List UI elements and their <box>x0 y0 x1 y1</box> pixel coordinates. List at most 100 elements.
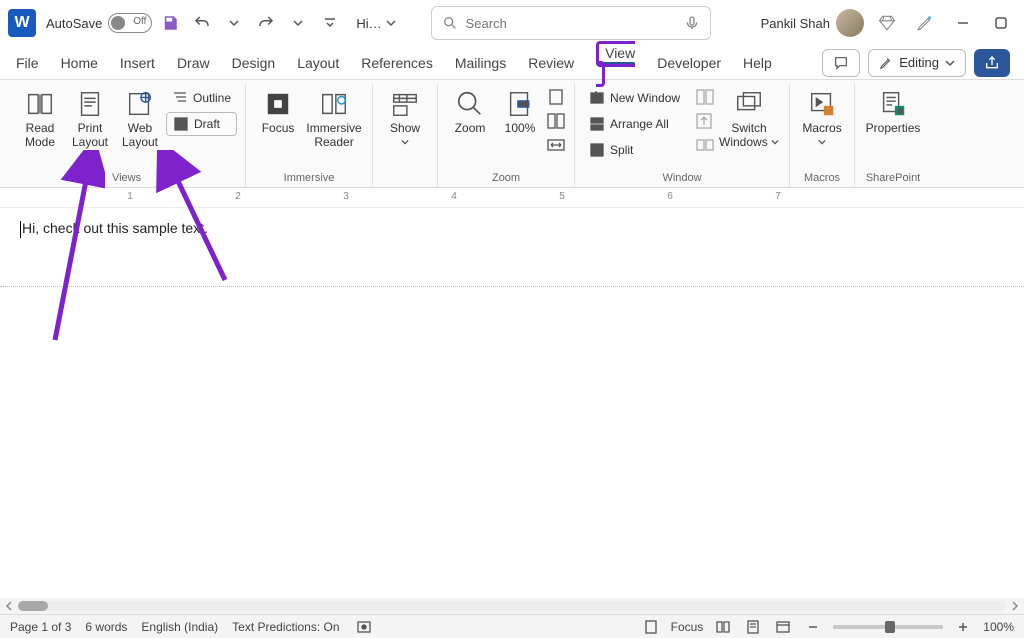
group-label-zoom: Zoom <box>492 172 520 187</box>
zoom-out-icon[interactable] <box>803 618 823 636</box>
status-words[interactable]: 6 words <box>85 620 127 634</box>
toggle-switch[interactable]: Off <box>108 13 152 33</box>
zoom-slider[interactable] <box>833 625 943 629</box>
search-input[interactable] <box>466 16 676 31</box>
tab-mailings[interactable]: Mailings <box>453 51 508 75</box>
tab-design[interactable]: Design <box>230 51 278 75</box>
reset-position-icon[interactable] <box>695 136 715 154</box>
status-bar: Page 1 of 3 6 words English (India) Text… <box>0 614 1024 638</box>
comments-button[interactable] <box>822 49 860 77</box>
scroll-left-icon[interactable] <box>4 601 14 611</box>
status-language[interactable]: English (India) <box>141 620 218 634</box>
status-focus[interactable]: Focus <box>671 620 704 634</box>
document-name[interactable]: Hi… <box>356 16 395 31</box>
group-label-sharepoint: SharePoint <box>866 172 920 187</box>
print-layout-view-icon[interactable] <box>743 618 763 636</box>
qat-overflow-icon[interactable] <box>316 9 344 37</box>
svg-text:100: 100 <box>519 102 528 108</box>
sync-scroll-icon[interactable] <box>695 112 715 130</box>
status-zoom[interactable]: 100% <box>983 620 1014 634</box>
diamond-icon[interactable] <box>872 8 902 38</box>
split-icon <box>589 142 605 158</box>
editing-mode-button[interactable]: Editing <box>868 49 966 77</box>
zoom-in-icon[interactable] <box>953 618 973 636</box>
read-mode-button[interactable]: Read Mode <box>16 84 64 150</box>
share-button[interactable] <box>974 49 1010 77</box>
show-button[interactable]: Show <box>381 84 429 150</box>
horizontal-ruler[interactable]: 1 2 3 4 5 6 7 <box>0 188 1024 208</box>
outline-button[interactable]: Outline <box>166 86 237 110</box>
zoom-100-button[interactable]: 100 100% <box>496 84 544 136</box>
zoom-button[interactable]: Zoom <box>446 84 494 136</box>
side-by-side-icon[interactable] <box>695 88 715 106</box>
minimize-button[interactable] <box>948 8 978 38</box>
scroll-thumb[interactable] <box>18 601 48 611</box>
page-icon <box>74 88 106 120</box>
tab-insert[interactable]: Insert <box>118 51 157 75</box>
document-area[interactable]: Hi, check out this sample text. <box>0 208 1024 598</box>
redo-icon[interactable] <box>252 9 280 37</box>
group-immersive: Focus Immersive Reader Immersive <box>246 84 373 187</box>
search-icon <box>442 15 458 31</box>
tab-review[interactable]: Review <box>526 51 576 75</box>
web-layout-view-icon[interactable] <box>773 618 793 636</box>
tab-developer[interactable]: Developer <box>655 51 723 75</box>
group-sharepoint: S Properties SharePoint <box>855 84 931 187</box>
scroll-right-icon[interactable] <box>1010 601 1020 611</box>
page-width-icon[interactable] <box>546 136 566 154</box>
tab-layout[interactable]: Layout <box>295 51 341 75</box>
properties-button[interactable]: S Properties <box>863 84 923 136</box>
status-page[interactable]: Page 1 of 3 <box>10 620 71 634</box>
switch-windows-button[interactable]: Switch Windows <box>717 84 781 150</box>
multi-page-icon[interactable] <box>546 112 566 130</box>
group-zoom: Zoom 100 100% Zoom <box>438 84 575 187</box>
save-icon[interactable] <box>156 9 184 37</box>
outline-icon <box>172 90 188 106</box>
status-predictions[interactable]: Text Predictions: On <box>232 620 339 634</box>
user-account[interactable]: Pankil Shah <box>761 9 864 37</box>
undo-icon[interactable] <box>188 9 216 37</box>
tab-view[interactable]: View <box>594 41 637 85</box>
autosave-label: AutoSave <box>46 16 102 31</box>
pen-icon[interactable] <box>910 8 940 38</box>
group-show: Show <box>373 84 438 187</box>
tab-draw[interactable]: Draw <box>175 51 212 75</box>
macros-button[interactable]: Macros <box>798 84 846 150</box>
draft-button[interactable]: Draft <box>166 112 237 136</box>
chevron-down-icon[interactable] <box>284 9 312 37</box>
focus-button[interactable]: Focus <box>254 84 302 136</box>
print-layout-button[interactable]: Print Layout <box>66 84 114 150</box>
document-text[interactable]: Hi, check out this sample text. <box>20 220 208 238</box>
group-label-views: Views <box>112 172 141 187</box>
web-layout-button[interactable]: Web Layout <box>116 84 164 150</box>
chevron-down-icon[interactable] <box>220 9 248 37</box>
group-views: Read Mode Print Layout Web Layout Outlin… <box>8 84 246 187</box>
horizontal-scrollbar[interactable] <box>0 598 1024 614</box>
autosave-toggle[interactable]: AutoSave Off <box>46 13 152 33</box>
immersive-reader-button[interactable]: Immersive Reader <box>304 84 364 150</box>
split-button[interactable]: Split <box>583 138 693 162</box>
group-label-macros: Macros <box>804 172 840 187</box>
display-settings-icon[interactable] <box>641 618 661 636</box>
new-window-button[interactable]: New Window <box>583 86 693 110</box>
reader-icon <box>318 88 350 120</box>
share-icon <box>984 55 1000 71</box>
tab-file[interactable]: File <box>14 51 41 75</box>
tab-references[interactable]: References <box>359 51 435 75</box>
draft-icon <box>173 116 189 132</box>
tab-home[interactable]: Home <box>59 51 100 75</box>
word-app-icon: W <box>8 9 36 37</box>
arrange-icon <box>589 116 605 132</box>
focus-icon <box>262 88 294 120</box>
search-box[interactable] <box>431 6 711 40</box>
read-mode-view-icon[interactable] <box>713 618 733 636</box>
microphone-icon[interactable] <box>684 15 700 31</box>
group-label-immersive: Immersive <box>284 172 335 187</box>
macro-record-icon[interactable] <box>354 618 374 636</box>
book-icon <box>24 88 56 120</box>
one-page-icon[interactable] <box>546 88 566 106</box>
pencil-icon <box>879 56 893 70</box>
maximize-button[interactable] <box>986 8 1016 38</box>
tab-help[interactable]: Help <box>741 51 774 75</box>
arrange-all-button[interactable]: Arrange All <box>583 112 693 136</box>
